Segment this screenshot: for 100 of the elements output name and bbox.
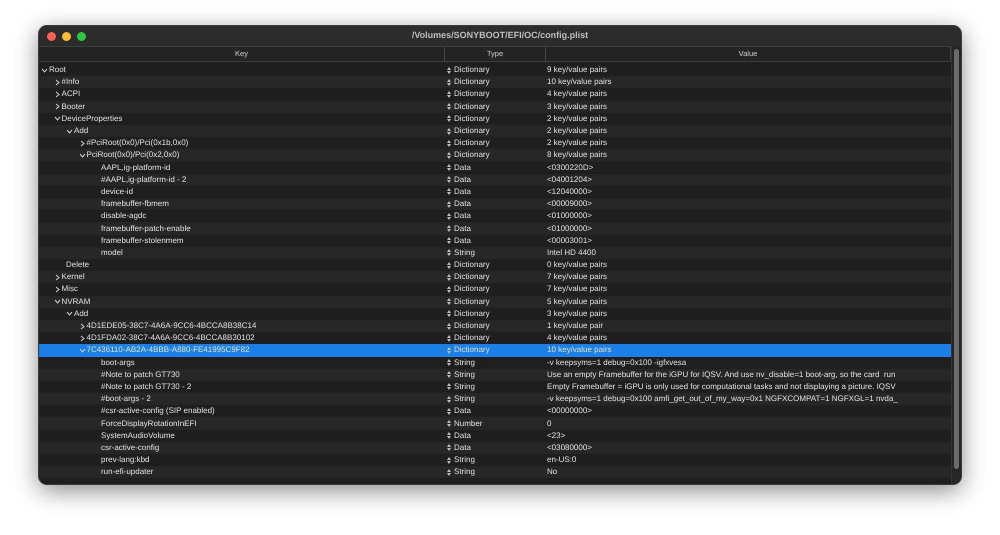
stepper-icon[interactable] — [447, 152, 451, 159]
stepper-icon[interactable] — [447, 176, 451, 184]
zoom-button[interactable] — [77, 32, 86, 40]
stepper-icon[interactable] — [447, 334, 451, 342]
key-text: #AAPL,ig-platform-id - 2 — [101, 174, 186, 186]
stepper-icon[interactable] — [447, 396, 451, 403]
type-text: Dictionary — [454, 296, 490, 308]
stepper-icon[interactable] — [447, 249, 451, 256]
table-row[interactable]: #Note to patch GT730 String Use an empty Framebuffer for the iGPU for IQSV. And use nv_disable=1 boot-arg, so the card run — [39, 368, 951, 381]
stepper-icon[interactable] — [447, 115, 451, 122]
scroll-thumb[interactable] — [954, 49, 959, 469]
value-text: <03080000> — [547, 442, 592, 452]
table-row[interactable]: framebuffer-fbmem Data <00009000> — [39, 198, 951, 210]
type-text: String — [454, 380, 475, 393]
key-text: #boot-args - 2 — [101, 393, 151, 406]
chevron-down-icon[interactable] — [41, 66, 48, 74]
type-text: Data — [454, 210, 471, 222]
key-text: NVRAM — [62, 296, 90, 308]
table-row[interactable]: csr-active-config Data <03080000> — [39, 442, 951, 454]
table-row[interactable]: disable-agdc Data <01000000> — [39, 210, 951, 222]
stepper-icon[interactable] — [447, 444, 451, 452]
stepper-icon[interactable] — [447, 456, 451, 464]
stepper-icon[interactable] — [447, 371, 451, 378]
minimize-button[interactable] — [62, 32, 71, 40]
key-text: DeviceProperties — [62, 112, 122, 125]
table-row[interactable]: 4D1FDA02-38C7-4A6A-9CC6-4BCCA8B30102 Dictionary 4 key/value pairs — [39, 332, 951, 344]
stepper-icon[interactable] — [447, 140, 451, 147]
value-text: <00000000> — [547, 406, 592, 416]
table-row[interactable]: #PciRoot(0x0)/Pci(0x1b,0x0) Dictionary 2 key/value pairs — [39, 137, 951, 150]
stepper-icon[interactable] — [447, 103, 451, 110]
table-row[interactable]: framebuffer-stolenmem Data <00003001> — [39, 234, 951, 247]
stepper-icon[interactable] — [447, 310, 451, 318]
key-text: ForceDisplayRotationInEFI — [101, 418, 197, 430]
chevron-down-icon[interactable] — [78, 152, 86, 159]
table-row[interactable]: NVRAM Dictionary 5 key/value pairs — [39, 296, 951, 308]
stepper-icon[interactable] — [447, 274, 451, 281]
chevron-right-icon[interactable] — [54, 274, 60, 281]
table-row[interactable]: #Info Dictionary 10 key/value pairs — [39, 76, 951, 88]
table-row[interactable]: #AAPL,ig-platform-id - 2 Data <04001204> — [39, 174, 951, 186]
table-row[interactable]: Add Dictionary 2 key/value pairs — [39, 124, 951, 138]
table-row[interactable]: Kernel Dictionary 7 key/value pairs — [39, 271, 951, 284]
type-text: Dictionary — [454, 76, 490, 88]
key-text: boot-args — [101, 356, 135, 369]
stepper-icon[interactable] — [447, 383, 451, 390]
table-row[interactable]: #boot-args - 2 String -v keepsyms=1 debug=0x100 amfi_get_out_of_my_way=0x1 NGFXCOMPAT=1 NGFXGL=1 nvda_ — [39, 393, 951, 406]
stepper-icon[interactable] — [447, 359, 451, 366]
stepper-icon[interactable] — [447, 128, 451, 135]
chevron-right-icon[interactable] — [54, 78, 60, 86]
stepper-icon[interactable] — [447, 237, 451, 244]
chevron-down-icon[interactable] — [66, 310, 73, 318]
key-text: ACPI — [62, 88, 80, 100]
stepper-icon[interactable] — [447, 66, 451, 74]
stepper-icon[interactable] — [447, 298, 451, 306]
stepper-icon[interactable] — [447, 408, 451, 415]
chevron-down-icon[interactable] — [54, 115, 60, 122]
chevron-right-icon[interactable] — [78, 140, 86, 147]
type-text: String — [454, 368, 475, 381]
type-text: Dictionary — [454, 137, 490, 150]
stepper-icon[interactable] — [447, 468, 451, 476]
value-text: -v keepsyms=1 debug=0x100 -igfxvesa — [547, 358, 686, 367]
stepper-icon[interactable] — [447, 262, 451, 269]
type-text: Number — [454, 418, 482, 430]
chevron-right-icon[interactable] — [54, 286, 60, 293]
chevron-right-icon[interactable] — [78, 322, 86, 330]
value-text: <00003001> — [547, 236, 592, 245]
stepper-icon[interactable] — [447, 188, 451, 196]
table-row[interactable]: ForceDisplayRotationInEFI Number 0 — [39, 417, 951, 430]
chevron-down-icon[interactable] — [54, 298, 60, 306]
close-button[interactable] — [47, 32, 56, 40]
table-row[interactable]: SystemAudioVolume Data <23> — [39, 430, 951, 442]
value-text: en-US:0 — [547, 455, 576, 464]
chevron-right-icon[interactable] — [54, 90, 60, 98]
stepper-icon[interactable] — [447, 164, 451, 172]
chevron-right-icon[interactable] — [78, 334, 86, 342]
stepper-icon[interactable] — [447, 212, 451, 220]
stepper-icon[interactable] — [447, 420, 451, 428]
key-text: Root — [49, 64, 66, 76]
key-text: SystemAudioVolume — [101, 430, 175, 442]
stepper-icon[interactable] — [447, 78, 451, 86]
table-row[interactable]: AAPL,ig-platform-id Data <0300220D> — [39, 162, 951, 174]
stepper-icon[interactable] — [447, 90, 451, 98]
chevron-down-icon[interactable] — [66, 128, 73, 135]
chevron-right-icon[interactable] — [54, 103, 60, 110]
stepper-icon[interactable] — [447, 225, 451, 232]
stepper-icon[interactable] — [447, 432, 451, 440]
key-text: framebuffer-stolenmem — [101, 234, 184, 247]
stepper-icon[interactable] — [447, 322, 451, 330]
table-row[interactable]: PciRoot(0x0)/Pci(0x2,0x0) Dictionary 8 key/value pairs — [39, 149, 951, 162]
table-row[interactable]: Booter Dictionary 3 key/value pairs — [39, 100, 951, 113]
table-row[interactable]: #csr-active-config (SIP enabled) Data <00000000> — [39, 405, 951, 418]
stepper-icon[interactable] — [447, 286, 451, 293]
table-row[interactable]: framebuffer-patch-enable Data <01000000> — [39, 222, 951, 235]
table-row[interactable]: run-efi-updater String No — [39, 466, 951, 478]
table-row[interactable]: boot-args String -v keepsyms=1 debug=0x100 -igfxvesa — [39, 356, 951, 369]
stepper-icon[interactable] — [447, 200, 451, 208]
type-text: Data — [454, 186, 471, 198]
scroll-bar[interactable] — [951, 46, 961, 484]
table-row[interactable]: model String Intel HD 4400 — [39, 246, 951, 259]
table-row[interactable]: 4D1EDE05-38C7-4A6A-9CC6-4BCCA8B38C14 Dictionary 1 key/value pair — [39, 320, 951, 332]
type-text: Dictionary — [454, 149, 490, 162]
